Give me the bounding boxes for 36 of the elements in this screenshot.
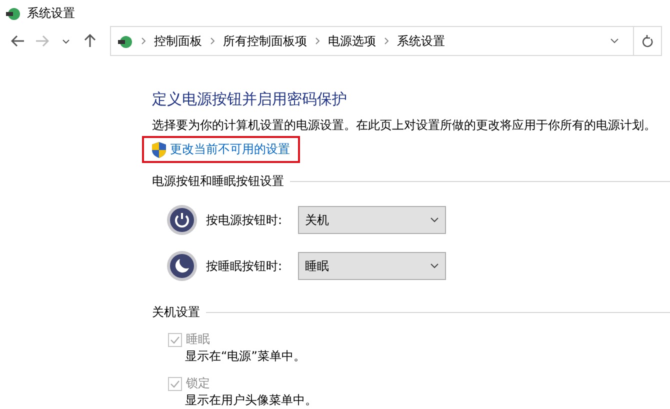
change-settings-link[interactable]: 更改当前不可用的设置 [170, 141, 290, 158]
chevron-icon [141, 37, 146, 45]
power-icon [166, 204, 198, 236]
breadcrumb-item[interactable]: 所有控制面板项 [223, 32, 307, 50]
up-arrow-icon [84, 34, 96, 48]
chevron-icon [384, 37, 389, 45]
breadcrumb-item[interactable]: 控制面板 [154, 32, 202, 50]
chevron-down-icon [430, 217, 439, 223]
chevron-down-icon [430, 263, 439, 269]
refresh-icon [642, 34, 654, 48]
window-title: 系统设置 [27, 4, 75, 22]
section-title: 关机设置 [152, 304, 200, 321]
setting-label: 按电源按钮时: [206, 212, 284, 228]
action-dropdown[interactable]: 睡眠 [298, 252, 446, 280]
option-hint: 显示在“电源”菜单中。 [185, 348, 306, 365]
page-heading: 定义电源按钮并启用密码保护 [152, 90, 348, 109]
back-arrow-icon [11, 35, 25, 47]
checkbox-label: 锁定 [186, 375, 210, 392]
power-plug-icon [5, 5, 21, 21]
dropdown-icon[interactable] [610, 38, 619, 44]
breadcrumb-item[interactable]: 系统设置 [397, 32, 445, 50]
breadcrumb-item[interactable]: 电源选项 [328, 32, 376, 50]
chevron-down-icon [62, 38, 70, 44]
chevron-icon [315, 37, 320, 45]
chevron-icon [210, 37, 215, 45]
section-title: 电源按钮和睡眠按钮设置 [152, 173, 284, 190]
address-bar[interactable]: 控制面板 所有控制面板项 电源选项 系统设置 [110, 26, 662, 56]
setting-label: 按睡眠按钮时: [206, 258, 284, 274]
forward-arrow-icon [35, 35, 49, 47]
moon-icon [166, 250, 198, 282]
description-text: 选择要为你的计算机设置的电源设置。在此页上对设置所做的更改将应用于你所有的电源计划。 [152, 117, 657, 134]
shield-icon [152, 142, 166, 158]
power-plug-icon [117, 33, 133, 49]
checkbox-label: 睡眠 [186, 331, 210, 348]
action-dropdown[interactable]: 关机 [298, 206, 446, 234]
option-hint: 显示在用户头像菜单中。 [185, 392, 318, 409]
